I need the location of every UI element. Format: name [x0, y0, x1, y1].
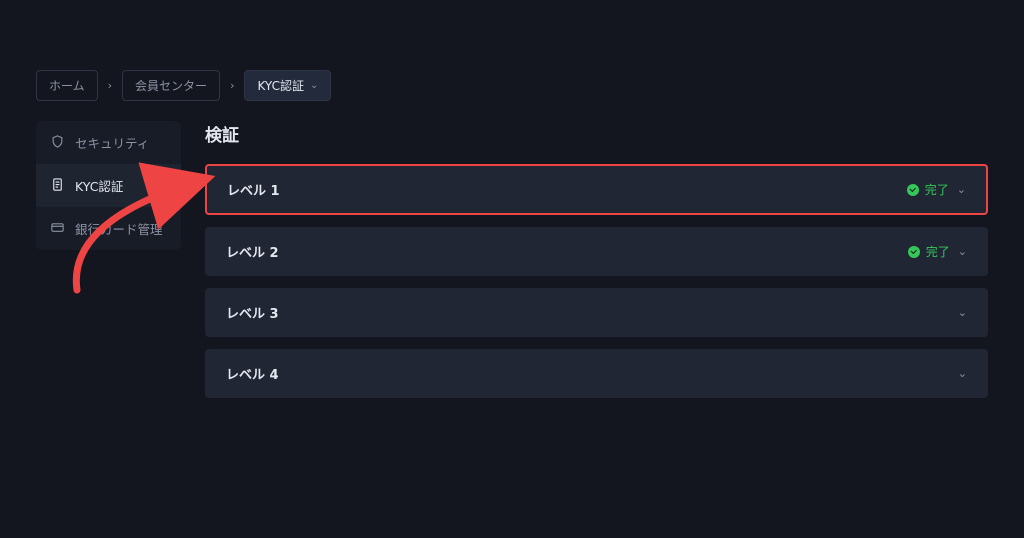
sidebar-item-kyc[interactable]: KYC認証: [36, 164, 181, 207]
breadcrumb-home-label: ホーム: [49, 77, 85, 94]
check-circle-icon: [907, 184, 919, 196]
chevron-down-icon: ⌄: [958, 245, 967, 258]
status-label: 完了: [925, 181, 949, 198]
page-title: 検証: [205, 121, 988, 146]
level-row-right: ⌄: [958, 367, 967, 380]
chevron-down-icon: ⌄: [957, 183, 966, 196]
sidebar-item-security[interactable]: セキュリティ: [36, 121, 181, 164]
chevron-down-icon: ⌄: [310, 80, 318, 91]
level-row-right: ⌄: [958, 306, 967, 319]
level-row-right: 完了 ⌄: [907, 181, 966, 198]
breadcrumb-member-center-label: 会員センター: [135, 77, 207, 94]
status-badge: 完了: [908, 243, 950, 260]
breadcrumb-separator: ›: [230, 79, 234, 92]
level-label: レベル 3: [226, 303, 279, 322]
breadcrumb: ホーム › 会員センター › KYC認証 ⌄: [0, 0, 1024, 101]
sidebar-item-label: セキュリティ: [75, 133, 149, 152]
level-label: レベル 1: [227, 180, 280, 199]
level-label: レベル 2: [226, 242, 279, 261]
sidebar-item-bank-cards[interactable]: 銀行カード管理: [36, 207, 181, 250]
sidebar-item-label: 銀行カード管理: [75, 219, 163, 238]
breadcrumb-separator: ›: [108, 79, 112, 92]
level-row-2[interactable]: レベル 2 完了 ⌄: [205, 227, 988, 276]
sidebar: セキュリティ KYC認証 銀行カード管理: [36, 121, 181, 250]
breadcrumb-current-label: KYC認証: [257, 77, 304, 94]
level-row-4[interactable]: レベル 4 ⌄: [205, 349, 988, 398]
level-label: レベル 4: [226, 364, 279, 383]
level-row-3[interactable]: レベル 3 ⌄: [205, 288, 988, 337]
level-row-right: 完了 ⌄: [908, 243, 967, 260]
layout: セキュリティ KYC認証 銀行カード管理 検証 レベル 1: [0, 101, 1024, 410]
chevron-down-icon: ⌄: [958, 367, 967, 380]
card-icon: [50, 220, 65, 238]
level-row-1[interactable]: レベル 1 完了 ⌄: [205, 164, 988, 215]
status-label: 完了: [926, 243, 950, 260]
chevron-down-icon: ⌄: [958, 306, 967, 319]
check-circle-icon: [908, 246, 920, 258]
shield-icon: [50, 134, 65, 152]
main-content: 検証 レベル 1 完了 ⌄ レベル 2 完了 ⌄ レベル 3: [205, 121, 988, 410]
breadcrumb-member-center[interactable]: 会員センター: [122, 70, 220, 101]
status-badge: 完了: [907, 181, 949, 198]
document-icon: [50, 177, 65, 195]
sidebar-item-label: KYC認証: [75, 176, 123, 195]
breadcrumb-home[interactable]: ホーム: [36, 70, 98, 101]
breadcrumb-current[interactable]: KYC認証 ⌄: [244, 70, 331, 101]
